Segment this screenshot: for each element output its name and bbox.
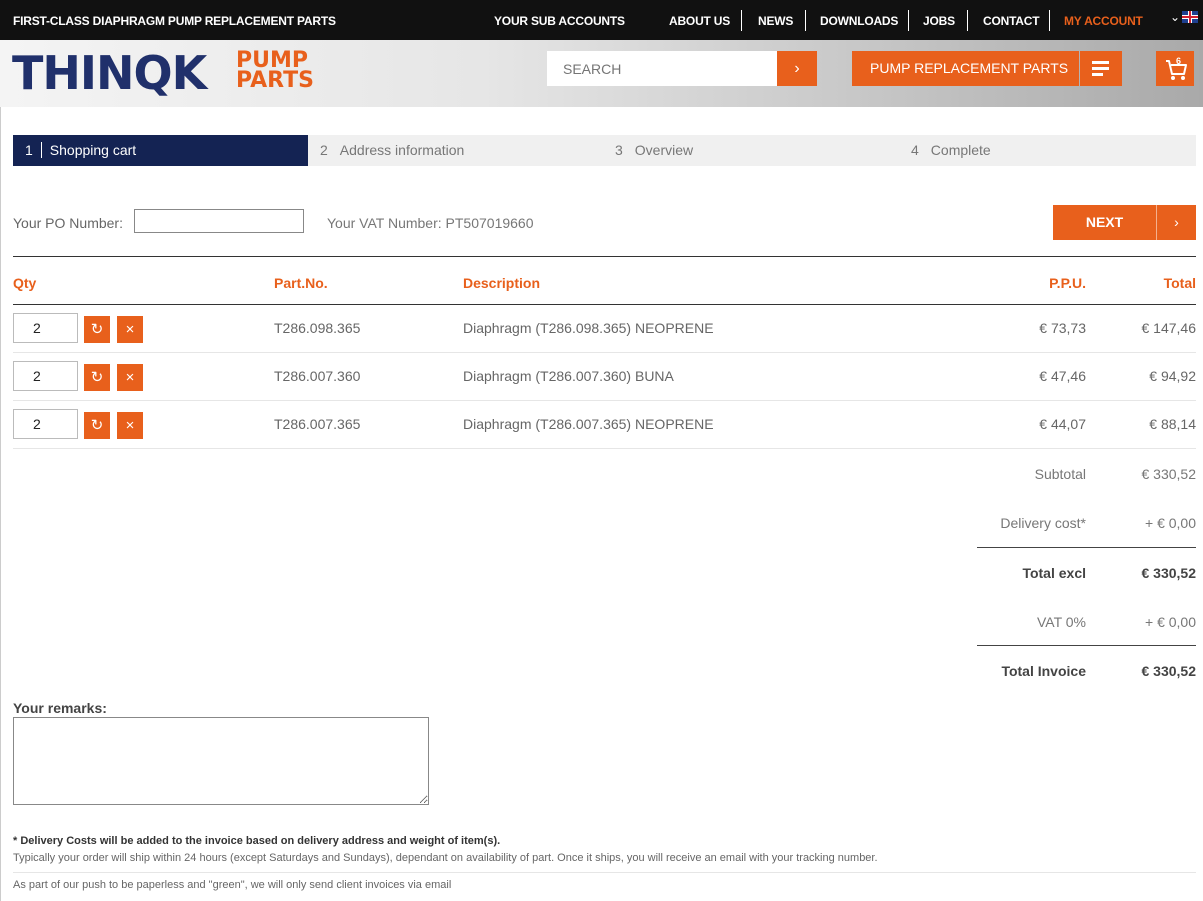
line-total: € 94,92	[1149, 368, 1196, 384]
cart-icon	[1166, 60, 1187, 80]
column-header-ppu: P.P.U.	[1049, 275, 1086, 291]
remarks-label: Your remarks:	[13, 700, 107, 716]
po-number-input[interactable]	[134, 209, 304, 233]
delivery-cost-label: Delivery cost*	[1000, 515, 1086, 531]
subtotal-value: € 330,52	[1141, 466, 1197, 482]
subtotal-label: Subtotal	[1034, 466, 1086, 482]
page-border	[0, 107, 1, 901]
nav-link-downloads[interactable]: DOWNLOADS	[820, 14, 898, 28]
divider	[13, 448, 1196, 449]
delete-icon[interactable]: ×	[117, 364, 143, 391]
column-header-part-no: Part.No.	[274, 275, 328, 291]
search-input[interactable]	[547, 51, 777, 86]
search-button[interactable]: ›	[777, 51, 817, 86]
uk-flag-icon[interactable]	[1182, 11, 1198, 23]
part-number: T286.007.365	[274, 416, 361, 432]
total-excl-label: Total excl	[1022, 565, 1086, 581]
po-number-label: Your PO Number:	[13, 215, 123, 231]
nav-link-jobs[interactable]: JOBS	[923, 14, 955, 28]
line-total: € 88,14	[1149, 416, 1196, 432]
column-header-total: Total	[1163, 275, 1196, 291]
site-tagline: FIRST-CLASS DIAPHRAGM PUMP REPLACEMENT P…	[13, 14, 336, 28]
column-header-description: Description	[463, 275, 541, 291]
nav-link-sub-accounts[interactable]: YOUR SUB ACCOUNTS	[494, 14, 625, 28]
shipping-note: Typically your order will ship within 24…	[13, 852, 878, 864]
nav-divider	[1049, 10, 1050, 31]
nav-link-my-account[interactable]: MY ACCOUNT	[1064, 14, 1143, 28]
vat-label: VAT 0%	[1036, 614, 1086, 630]
divider	[13, 872, 1196, 873]
quantity-input[interactable]: 2	[13, 409, 78, 439]
logo-parts-text: PARTS	[236, 68, 314, 93]
price-per-unit: € 47,46	[1039, 368, 1086, 384]
delete-icon[interactable]: ×	[117, 412, 143, 439]
table-row: 2 ↻ × T286.007.365 Diaphragm (T286.007.3…	[0, 400, 1203, 448]
pump-replacement-parts-button[interactable]: PUMP REPLACEMENT PARTS	[852, 51, 1079, 86]
part-description: Diaphragm (T286.007.360) BUNA	[463, 368, 674, 384]
vat-value: + € 0,00	[1145, 614, 1196, 630]
refresh-icon[interactable]: ↻	[84, 316, 110, 343]
refresh-icon[interactable]: ↻	[84, 412, 110, 439]
total-invoice-value: € 330,52	[1141, 663, 1197, 679]
delete-icon[interactable]: ×	[117, 316, 143, 343]
menu-button[interactable]	[1080, 51, 1122, 86]
step-shopping-cart: 1 Shopping cart	[13, 135, 308, 166]
paperless-note: As part of our push to be paperless and …	[13, 879, 452, 891]
delivery-cost-note: * Delivery Costs will be added to the in…	[13, 835, 501, 847]
step-overview: 3 Overview	[615, 142, 694, 158]
chevron-right-icon: ›	[1174, 214, 1179, 230]
quantity-input[interactable]: 2	[13, 361, 78, 391]
line-total: € 147,46	[1141, 320, 1197, 336]
nav-divider	[967, 10, 968, 31]
price-per-unit: € 44,07	[1039, 416, 1086, 432]
vat-number-label: Your VAT Number: PT507019660	[327, 215, 534, 231]
column-header-qty: Qty	[13, 275, 37, 291]
part-number: T286.007.360	[274, 368, 361, 384]
cart-count-badge: 6	[1176, 56, 1182, 66]
divider	[977, 645, 1196, 646]
part-description: Diaphragm (T286.007.365) NEOPRENE	[463, 416, 714, 432]
logo-wordmark: THINQK	[12, 46, 207, 100]
cart-button[interactable]: 6	[1156, 51, 1194, 86]
nav-link-contact[interactable]: CONTACT	[983, 14, 1040, 28]
table-row: 2 ↻ × T286.007.360 Diaphragm (T286.007.3…	[0, 352, 1203, 400]
step-complete: 4 Complete	[911, 142, 991, 158]
quantity-input[interactable]: 2	[13, 313, 78, 343]
hamburger-icon	[1092, 61, 1109, 64]
total-excl-value: € 330,52	[1141, 565, 1197, 581]
checkout-steps: 1 Shopping cart 2 Address information 3 Ove…	[13, 135, 1196, 166]
language-chevron-icon[interactable]: ⌄	[1170, 10, 1180, 24]
nav-link-about-us[interactable]: ABOUT US	[669, 14, 730, 28]
nav-divider	[741, 10, 742, 31]
next-button[interactable]: NEXT ›	[1053, 205, 1196, 240]
part-description: Diaphragm (T286.098.365) NEOPRENE	[463, 320, 714, 336]
refresh-icon[interactable]: ↻	[84, 364, 110, 391]
divider	[977, 547, 1196, 548]
nav-divider	[805, 10, 806, 31]
remarks-textarea[interactable]	[13, 717, 429, 805]
table-row: 2 ↻ × T286.098.365 Diaphragm (T286.098.3…	[0, 304, 1203, 352]
price-per-unit: € 73,73	[1039, 320, 1086, 336]
chevron-right-icon: ›	[794, 60, 800, 77]
site-header: THINQK PUMP PARTS › PUMP REPLACEMENT PAR…	[0, 40, 1203, 107]
next-button-label: NEXT	[1085, 214, 1124, 230]
nav-link-news[interactable]: NEWS	[758, 14, 793, 28]
nav-divider	[908, 10, 909, 31]
part-number: T286.098.365	[274, 320, 361, 336]
divider	[13, 256, 1196, 257]
step-address-information: 2 Address information	[320, 142, 465, 158]
delivery-cost-value: + € 0,00	[1145, 515, 1196, 531]
top-bar: FIRST-CLASS DIAPHRAGM PUMP REPLACEMENT P…	[0, 0, 1203, 40]
total-invoice-label: Total Invoice	[1001, 663, 1086, 679]
